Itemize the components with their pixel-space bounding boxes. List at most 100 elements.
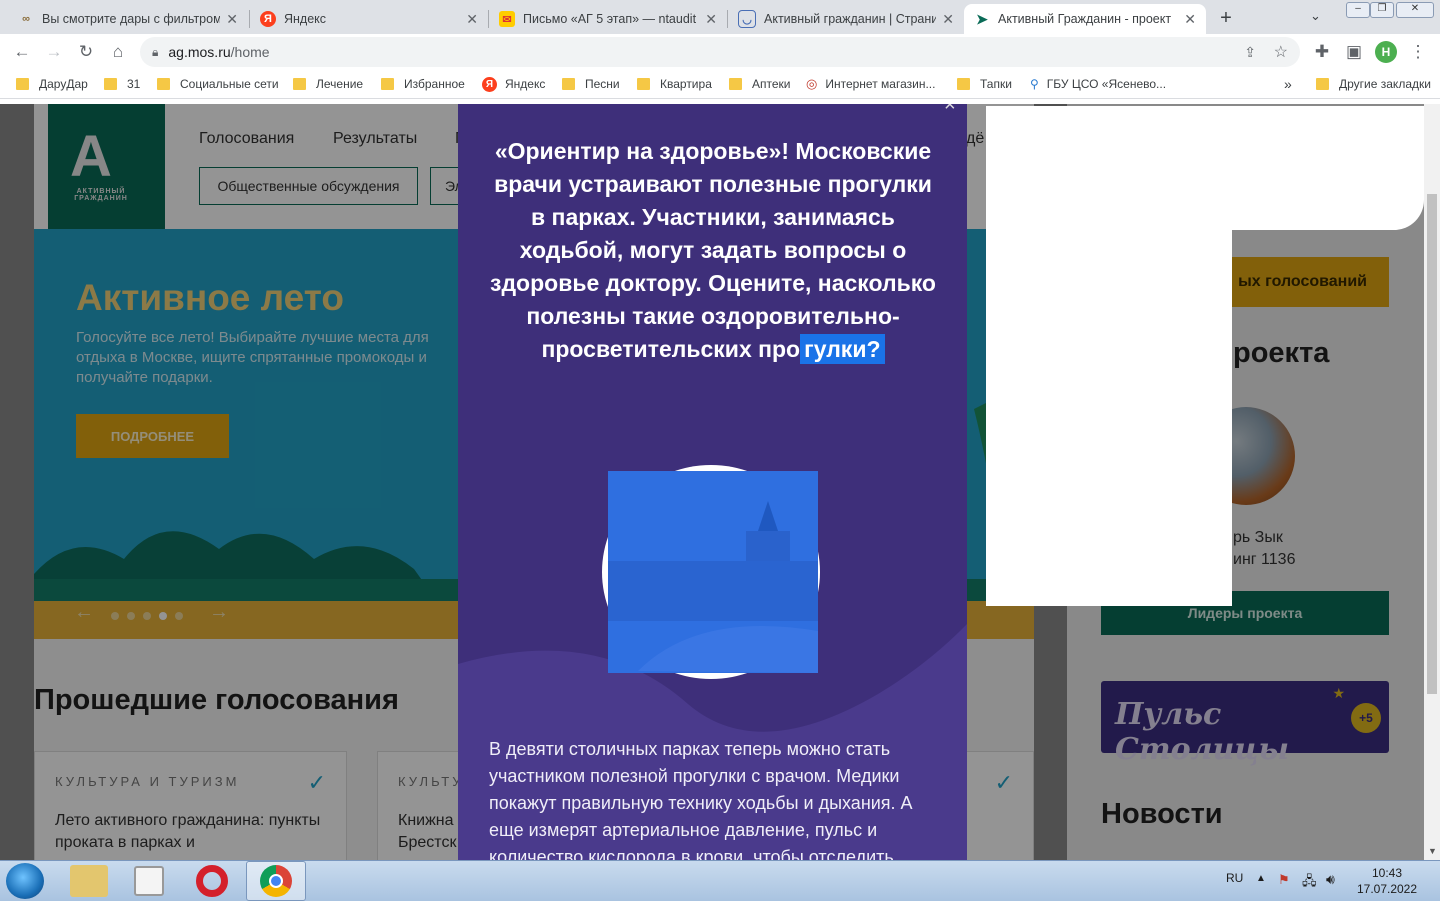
blank-panel	[1232, 106, 1424, 230]
other-bookmarks[interactable]: Другие закладки	[1316, 75, 1431, 93]
lock-icon: 🔒︎	[152, 44, 159, 59]
explorer-icon[interactable]	[70, 865, 108, 897]
bookmark-item[interactable]: Я Яндекс	[482, 75, 545, 93]
mail-icon: ✉	[499, 11, 515, 27]
forward-icon[interactable]: →	[42, 40, 66, 64]
yandex-icon: Я	[482, 76, 497, 92]
bookmark-item[interactable]: Социальные сети	[157, 75, 279, 93]
modal-headline: «Ориентир на здоровье»! Московские врачи…	[488, 135, 938, 366]
bookmark-label: 31	[127, 77, 141, 91]
browser-tab-5[interactable]: ➤ Активный Гражданин - проект ✕	[964, 4, 1206, 34]
clock-time: 10:43	[1371, 866, 1403, 880]
close-window-button[interactable]: ✕	[1396, 2, 1434, 18]
bookmarks-bar: ДаруДар 31 Социальные сети Лечение Избра…	[0, 70, 1440, 99]
restore-button[interactable]: ❐	[1370, 2, 1394, 18]
folder-icon	[293, 78, 306, 90]
pin-icon: ⚲	[1030, 77, 1039, 91]
headline-selected-text: гулки?	[800, 334, 885, 364]
clock-date: 17.07.2022	[1356, 882, 1418, 896]
bookmark-label: Аптеки	[752, 77, 791, 91]
bookmark-label: Квартира	[660, 77, 712, 91]
clock[interactable]: 10:43 17.07.2022	[1356, 865, 1418, 897]
bookmark-label: Социальные сети	[180, 77, 279, 91]
bookmark-item[interactable]: ⚲ ГБУ ЦСО «Ясенево...	[1030, 75, 1166, 93]
new-tab-button[interactable]: +	[1214, 6, 1238, 30]
close-tab-icon[interactable]: ✕	[705, 11, 717, 28]
taskbar: RU ▲ ⚑ 🖧︎ 🔊︎ 10:43 17.07.2022	[0, 860, 1440, 901]
opera-icon[interactable]	[196, 865, 228, 897]
close-tab-icon[interactable]: ✕	[1184, 11, 1196, 28]
folder-icon	[637, 78, 650, 90]
show-hidden-icons[interactable]: ▲	[1256, 873, 1266, 884]
media-player-icon[interactable]	[134, 866, 164, 896]
close-tab-icon[interactable]: ✕	[942, 11, 954, 28]
browser-tab-4[interactable]: ◡ Активный гражданин | Страниц ✕	[728, 4, 964, 34]
reload-icon[interactable]: ↻	[74, 40, 98, 64]
chrome-taskbar-button[interactable]	[246, 861, 306, 901]
browser-tab-1[interactable]: ∞ Вы смотрите дары с фильтром ✕	[8, 4, 248, 34]
browser-tab-3[interactable]: ✉ Письмо «АГ 5 этап» — ntaudit ✕	[489, 4, 727, 34]
scroll-down-icon[interactable]: ▼	[1428, 846, 1437, 856]
bookmark-item[interactable]: Лечение	[293, 75, 363, 93]
language-indicator[interactable]: RU	[1226, 871, 1243, 885]
bookmark-label: ДаруДар	[39, 77, 88, 91]
tab-search-icon[interactable]: ⌄	[1310, 8, 1321, 24]
folder-icon	[1316, 78, 1329, 90]
folder-icon	[957, 78, 970, 90]
bookmark-item[interactable]: ДаруДар	[16, 75, 88, 93]
home-icon[interactable]: ⌂	[106, 40, 130, 64]
page-scrollbar[interactable]: ▼	[1424, 104, 1440, 860]
bookmark-label: Песни	[585, 77, 620, 91]
address-bar[interactable]: 🔒︎ ag.mos.ru/home ⇪ ☆	[140, 37, 1300, 67]
shield-icon: ◡	[738, 10, 756, 28]
action-center-icon[interactable]: ⚑	[1278, 872, 1290, 888]
bookmark-item[interactable]: ◎ Интернет магазин...	[806, 75, 935, 93]
menu-icon[interactable]: ⋮	[1406, 40, 1430, 64]
network-icon[interactable]: 🖧︎	[1302, 872, 1317, 894]
more-bookmarks-button[interactable]: »	[1284, 75, 1292, 93]
folder-icon	[16, 78, 29, 90]
extensions-icon[interactable]: ✚	[1310, 40, 1334, 64]
close-icon[interactable]: ×	[944, 104, 956, 117]
news-modal: × «Ориентир на здоровье»! Московские вра…	[458, 104, 967, 860]
star-icon[interactable]: ☆	[1274, 42, 1288, 62]
bookmark-item[interactable]: Избранное	[381, 75, 465, 93]
start-button[interactable]	[6, 863, 44, 899]
browser-tab-2[interactable]: Я Яндекс ✕	[250, 4, 488, 34]
bookmark-label: Яндекс	[505, 77, 546, 91]
folder-icon	[729, 78, 742, 90]
bookmark-item[interactable]: 31	[104, 75, 140, 93]
back-icon[interactable]: ←	[10, 40, 34, 64]
ag-icon: ➤	[976, 10, 988, 27]
bookmark-item[interactable]: Тапки	[957, 75, 1012, 93]
bookmark-label: Интернет магазин...	[825, 77, 936, 91]
tab-title: Яндекс	[284, 12, 327, 26]
profile-avatar[interactable]: Н	[1375, 41, 1397, 63]
tab-strip: ∞ Вы смотрите дары с фильтром ✕ Я Яндекс…	[0, 0, 1440, 34]
blank-panel	[986, 106, 1232, 606]
bookmark-label: Тапки	[980, 77, 1012, 91]
modal-body: В девяти столичных парках теперь можно с…	[489, 739, 913, 860]
bookmark-label: ГБУ ЦСО «Ясенево...	[1046, 77, 1167, 91]
side-panel-icon[interactable]: ▣	[1342, 40, 1366, 64]
volume-icon[interactable]: 🔊︎	[1326, 871, 1335, 888]
folder-icon	[157, 78, 170, 90]
bookmark-item[interactable]: Квартира	[637, 75, 712, 93]
url-path: /home	[230, 44, 270, 60]
folder-icon	[562, 78, 575, 90]
bookmark-item[interactable]: Аптеки	[729, 75, 791, 93]
share-icon[interactable]: ⇪	[1244, 44, 1256, 61]
close-tab-icon[interactable]: ✕	[466, 11, 478, 28]
bookmark-label: Другие закладки	[1339, 77, 1431, 91]
shop-icon: ◎	[806, 76, 818, 91]
minimize-button[interactable]: –	[1346, 2, 1370, 18]
browser-toolbar: ← → ↻ ⌂ 🔒︎ ag.mos.ru/home ⇪ ☆ ✚ ▣ Н ⋮	[0, 34, 1440, 70]
close-tab-icon[interactable]: ✕	[226, 11, 238, 28]
bookmark-item[interactable]: Песни	[562, 75, 620, 93]
scrollbar-thumb[interactable]	[1427, 194, 1437, 694]
tab-title: Активный Гражданин - проект	[998, 12, 1172, 26]
url-host: ag.mos.ru	[168, 44, 231, 60]
bookmark-label: Лечение	[316, 77, 364, 91]
tab-title: Письмо «АГ 5 этап» — ntaudit	[523, 12, 697, 26]
tab-title: Вы смотрите дары с фильтром	[42, 12, 221, 26]
